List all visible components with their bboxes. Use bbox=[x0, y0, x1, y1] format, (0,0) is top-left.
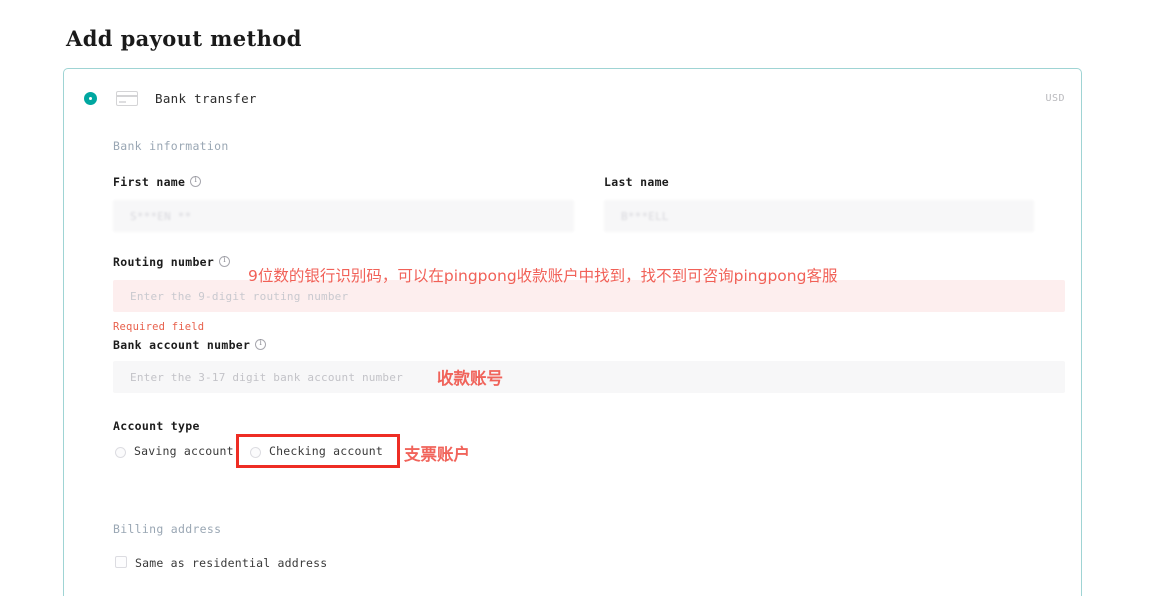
payout-method-page: Add payout method Bank transfer USD Bank… bbox=[0, 0, 1158, 596]
bank-information-heading: Bank information bbox=[113, 139, 229, 153]
routing-number-error: Required field bbox=[113, 321, 205, 333]
annotation-checking-account: 支票账户 bbox=[404, 445, 470, 464]
annotation-routing-number: 9位数的银行识别码，可以在pingpong收款账户中找到，找不到可咨询pingp… bbox=[248, 267, 838, 285]
page-title: Add payout method bbox=[66, 26, 302, 51]
last-name-label-text: Last name bbox=[604, 175, 670, 189]
first-name-label: First name bbox=[113, 175, 202, 189]
saving-account-label[interactable]: Saving account bbox=[134, 444, 234, 458]
last-name-label: Last name bbox=[604, 175, 669, 189]
bank-account-number-input[interactable] bbox=[113, 361, 1065, 393]
account-type-label: Account type bbox=[113, 419, 200, 433]
first-name-input[interactable] bbox=[113, 200, 574, 232]
bank-account-number-label: Bank account number bbox=[113, 338, 267, 352]
first-name-info-icon[interactable] bbox=[190, 175, 202, 187]
routing-number-label: Routing number bbox=[113, 255, 231, 269]
payout-method-card: Bank transfer USD Bank information First… bbox=[63, 68, 1082, 596]
bank-transfer-radio[interactable] bbox=[84, 92, 97, 105]
checking-account-highlight-box bbox=[236, 434, 400, 468]
last-name-input[interactable] bbox=[604, 200, 1034, 232]
routing-number-label-text: Routing number bbox=[113, 255, 215, 269]
bank-transfer-label: Bank transfer bbox=[155, 91, 257, 106]
credit-card-icon bbox=[116, 91, 138, 106]
routing-number-info-icon[interactable] bbox=[219, 255, 231, 267]
same-as-residential-label[interactable]: Same as residential address bbox=[135, 556, 327, 570]
bank-transfer-header[interactable]: Bank transfer USD bbox=[64, 69, 1081, 127]
bank-account-number-label-text: Bank account number bbox=[113, 338, 251, 352]
currency-label: USD bbox=[1045, 93, 1065, 104]
bank-account-number-info-icon[interactable] bbox=[255, 338, 267, 350]
first-name-label-text: First name bbox=[113, 175, 186, 189]
billing-address-heading: Billing address bbox=[113, 522, 222, 536]
saving-account-radio[interactable] bbox=[115, 447, 126, 458]
annotation-bank-account: 收款账号 bbox=[437, 369, 503, 388]
same-as-residential-checkbox[interactable] bbox=[115, 556, 127, 568]
